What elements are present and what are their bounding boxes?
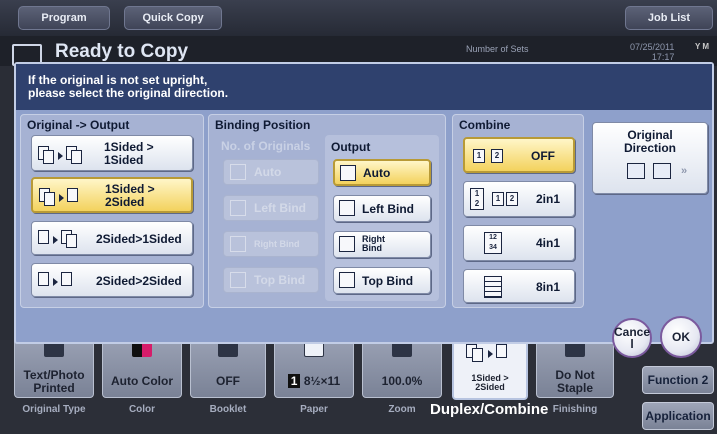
right-bind-icon: [339, 236, 355, 252]
right-bind-icon: [230, 236, 246, 252]
binding-position-group: Binding Position No. of Originals Auto L…: [208, 114, 446, 308]
application-button[interactable]: Application: [642, 402, 714, 430]
combine-off-button[interactable]: 12 OFF: [463, 137, 575, 173]
top-bind-icon: [339, 272, 355, 288]
output-right-bind-button[interactable]: Right Bind: [333, 231, 431, 258]
originals-auto-button: Auto: [223, 159, 319, 185]
1sided-2sided-icon: [39, 188, 97, 206]
paper-label: Paper: [300, 404, 328, 415]
direction-portrait-icon: [627, 163, 645, 179]
original-type-label: Original Type: [22, 404, 86, 415]
direction-landscape-icon: [653, 163, 671, 179]
option-4-label: 2Sided>2Sided: [96, 274, 182, 288]
originals-right-bind-label: Right Bind: [254, 239, 300, 249]
combine-2in1-button[interactable]: 12 12 2in1: [463, 181, 575, 217]
option-1sided-1sided[interactable]: 1Sided >1Sided: [31, 135, 193, 171]
color-value: Auto Color: [111, 374, 173, 388]
cancel-line2: l: [630, 337, 634, 351]
originals-top-bind-button: Top Bind: [223, 267, 319, 293]
output-left-bind-label: Left Bind: [362, 202, 414, 216]
output-top-bind-button[interactable]: Top Bind: [333, 267, 431, 294]
top-bind-icon: [230, 272, 246, 288]
toner-indicator: Y M: [695, 42, 710, 51]
output-auto-button[interactable]: Auto: [333, 159, 431, 186]
ready-status: Ready to Copy: [55, 41, 189, 62]
combine-off-icon: 12: [473, 149, 509, 165]
originals-right-bind-button: Right Bind: [223, 231, 319, 257]
output-subgroup: Output Auto Left Bind Right Bind Top Bind: [325, 135, 439, 301]
combine-title: Combine: [459, 118, 511, 132]
option-2sided-1sided[interactable]: 2Sided>1Sided: [31, 221, 193, 255]
paper-tray-badge: 1: [287, 374, 301, 388]
originals-top-bind-label: Top Bind: [254, 273, 306, 287]
paper-value: 8½×11: [303, 374, 341, 388]
date-text: 07/25/2011: [630, 42, 675, 52]
combine-2in1-label: 2in1: [536, 192, 561, 206]
original-type-value-line2: Printed: [33, 381, 75, 395]
left-bind-icon: [230, 200, 246, 216]
combine-2in1-icon: 12 12: [470, 188, 530, 210]
duplex-combine-label: Duplex/Combine: [430, 401, 549, 418]
ok-button[interactable]: OK: [660, 316, 702, 358]
duplex-value-line2: 2Sided: [475, 382, 505, 392]
originals-left-bind-button: Left Bind: [223, 195, 319, 221]
left-bind-icon: [339, 200, 355, 216]
original-output-group: Original -> Output 1Sided >1Sided 1Sided…: [20, 114, 204, 308]
duplex-dialog: If the original is not set upright, plea…: [14, 62, 714, 344]
1sided-1sided-icon: [38, 146, 96, 164]
combine-8in1-icon: [484, 276, 502, 298]
option-1-line2: 1Sided: [104, 153, 144, 167]
auto-bind-icon: [340, 165, 356, 181]
output-right-bind-line2: Bind: [362, 243, 382, 253]
combine-off-label: OFF: [531, 149, 555, 163]
combine-4in1-button[interactable]: 12 34 4in1: [463, 225, 575, 261]
output-left-bind-button[interactable]: Left Bind: [333, 195, 431, 222]
option-2-line2: 2Sided: [105, 195, 145, 209]
original-direction-button[interactable]: Original Direction »: [592, 122, 708, 194]
output-auto-label: Auto: [363, 166, 391, 180]
date-time: 07/25/2011 17:17: [630, 42, 674, 62]
no-of-originals-title: No. of Originals: [221, 139, 311, 153]
combine-4in1-icon: 12 34: [484, 232, 502, 254]
message-line-2: please select the original direction.: [28, 86, 229, 100]
option-2sided-2sided[interactable]: 2Sided>2Sided: [31, 263, 193, 297]
combine-4in1-label: 4in1: [536, 236, 561, 250]
finishing-label: Finishing: [552, 404, 598, 415]
function-2-button[interactable]: Function 2: [642, 366, 714, 394]
originals-auto-label: Auto: [254, 165, 282, 179]
originals-left-bind-label: Left Bind: [254, 201, 306, 215]
top-bar: Program Quick Copy Job List: [0, 0, 717, 36]
booklet-label: Booklet: [209, 404, 247, 415]
duplex-icon: [462, 342, 518, 362]
dialog-message: If the original is not set upright, plea…: [16, 64, 712, 110]
time-text: 17:17: [651, 52, 675, 62]
quick-copy-button[interactable]: Quick Copy: [124, 6, 222, 30]
2sided-1sided-icon: [38, 230, 96, 248]
original-direction-line2: Direction: [623, 141, 676, 155]
booklet-value: OFF: [216, 374, 240, 388]
option-3-label: 2Sided>1Sided: [96, 232, 182, 246]
combine-8in1-button[interactable]: 8in1: [463, 269, 575, 303]
2sided-2sided-icon: [38, 272, 96, 290]
zoom-value: 100.0%: [381, 374, 423, 388]
output-top-bind-label: Top Bind: [362, 274, 414, 288]
finishing-value-line2: Staple: [556, 381, 593, 395]
color-label: Color: [128, 404, 156, 415]
number-of-sets-label: Number of Sets: [466, 44, 529, 54]
next-arrow-icon: »: [681, 165, 688, 177]
auto-bind-icon: [230, 164, 246, 180]
program-button[interactable]: Program: [18, 6, 110, 30]
original-output-title: Original -> Output: [27, 118, 130, 132]
combine-group: Combine 12 OFF 12 12 2in1 12 34 4in1 8in1: [452, 114, 584, 308]
option-1sided-2sided[interactable]: 1Sided >2Sided: [31, 177, 193, 213]
cancel-button[interactable]: Cance l: [612, 318, 652, 358]
binding-position-title: Binding Position: [215, 118, 311, 132]
output-title: Output: [331, 140, 371, 154]
combine-8in1-label: 8in1: [536, 280, 561, 294]
job-list-button[interactable]: Job List: [625, 6, 713, 30]
